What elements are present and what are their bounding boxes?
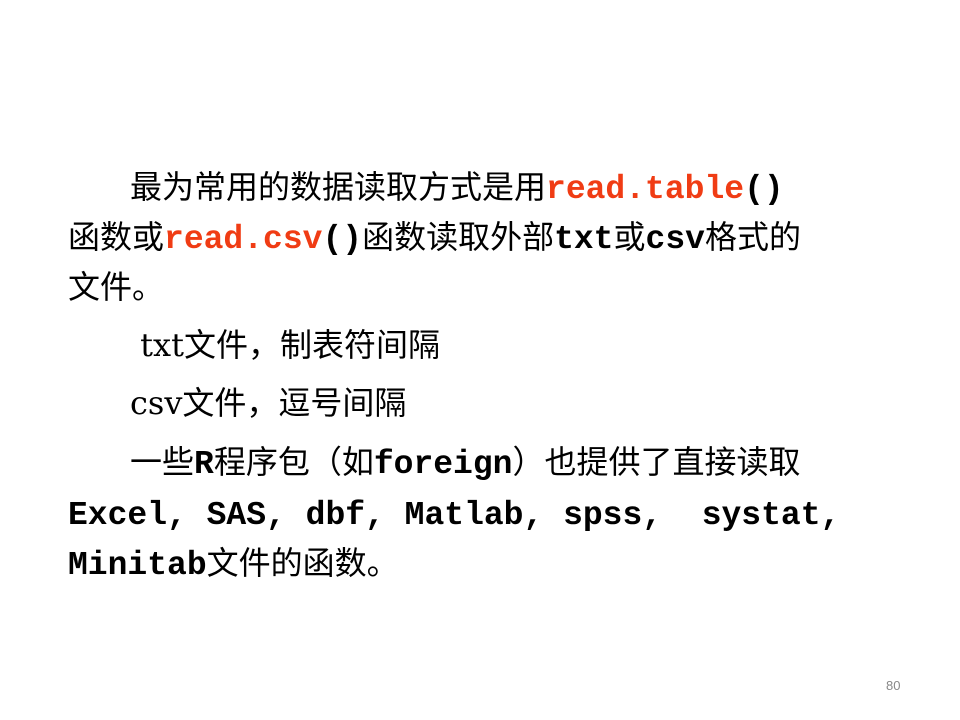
code-text: Minitab (68, 547, 207, 584)
text-line: 最为常用的数据读取方式是用read.table() (130, 162, 784, 212)
text-line: 一些R程序包（如foreign）也提供了直接读取 (130, 437, 800, 487)
body-text: 函数或 (68, 218, 165, 256)
code-text: foreign (373, 446, 513, 483)
code-text: R (194, 446, 214, 483)
body-text: 程序包（如 (213, 443, 374, 481)
text-line: csv文件，逗号间隔 (130, 378, 406, 428)
text-line: txt文件，制表符间隔 (130, 320, 440, 370)
code-text: txt (554, 221, 614, 258)
code-text: csv (645, 221, 705, 258)
body-text: 文件的函数。 (206, 544, 399, 582)
body-text: 函数读取外部 (362, 218, 555, 256)
function-name: read.table (546, 171, 745, 208)
text-line: 函数或read.csv()函数读取外部txt或csv格式的 (68, 212, 801, 262)
body-text: 最为常用的数据读取方式是用 (130, 168, 547, 206)
code-text: Excel, SAS, dbf, Matlab, spss, systat, (68, 497, 841, 534)
body-text: 或 (613, 218, 646, 256)
function-name: read.csv (164, 221, 323, 258)
text-line: 文件。 (68, 262, 164, 312)
body-text: txt文件，制表符间隔 (130, 326, 440, 364)
code-text: () (744, 171, 784, 208)
body-text: ）也提供了直接读取 (512, 443, 801, 481)
text-line: Excel, SAS, dbf, Matlab, spss, systat, (68, 488, 840, 538)
body-text: 文件。 (68, 268, 165, 306)
page-number: 80 (886, 678, 901, 693)
text-line: Minitab文件的函数。 (68, 538, 399, 588)
body-text: csv文件，逗号间隔 (130, 384, 407, 422)
code-text: () (322, 221, 363, 258)
body-text: 格式的 (704, 218, 801, 256)
body-text: 一些 (130, 443, 195, 481)
